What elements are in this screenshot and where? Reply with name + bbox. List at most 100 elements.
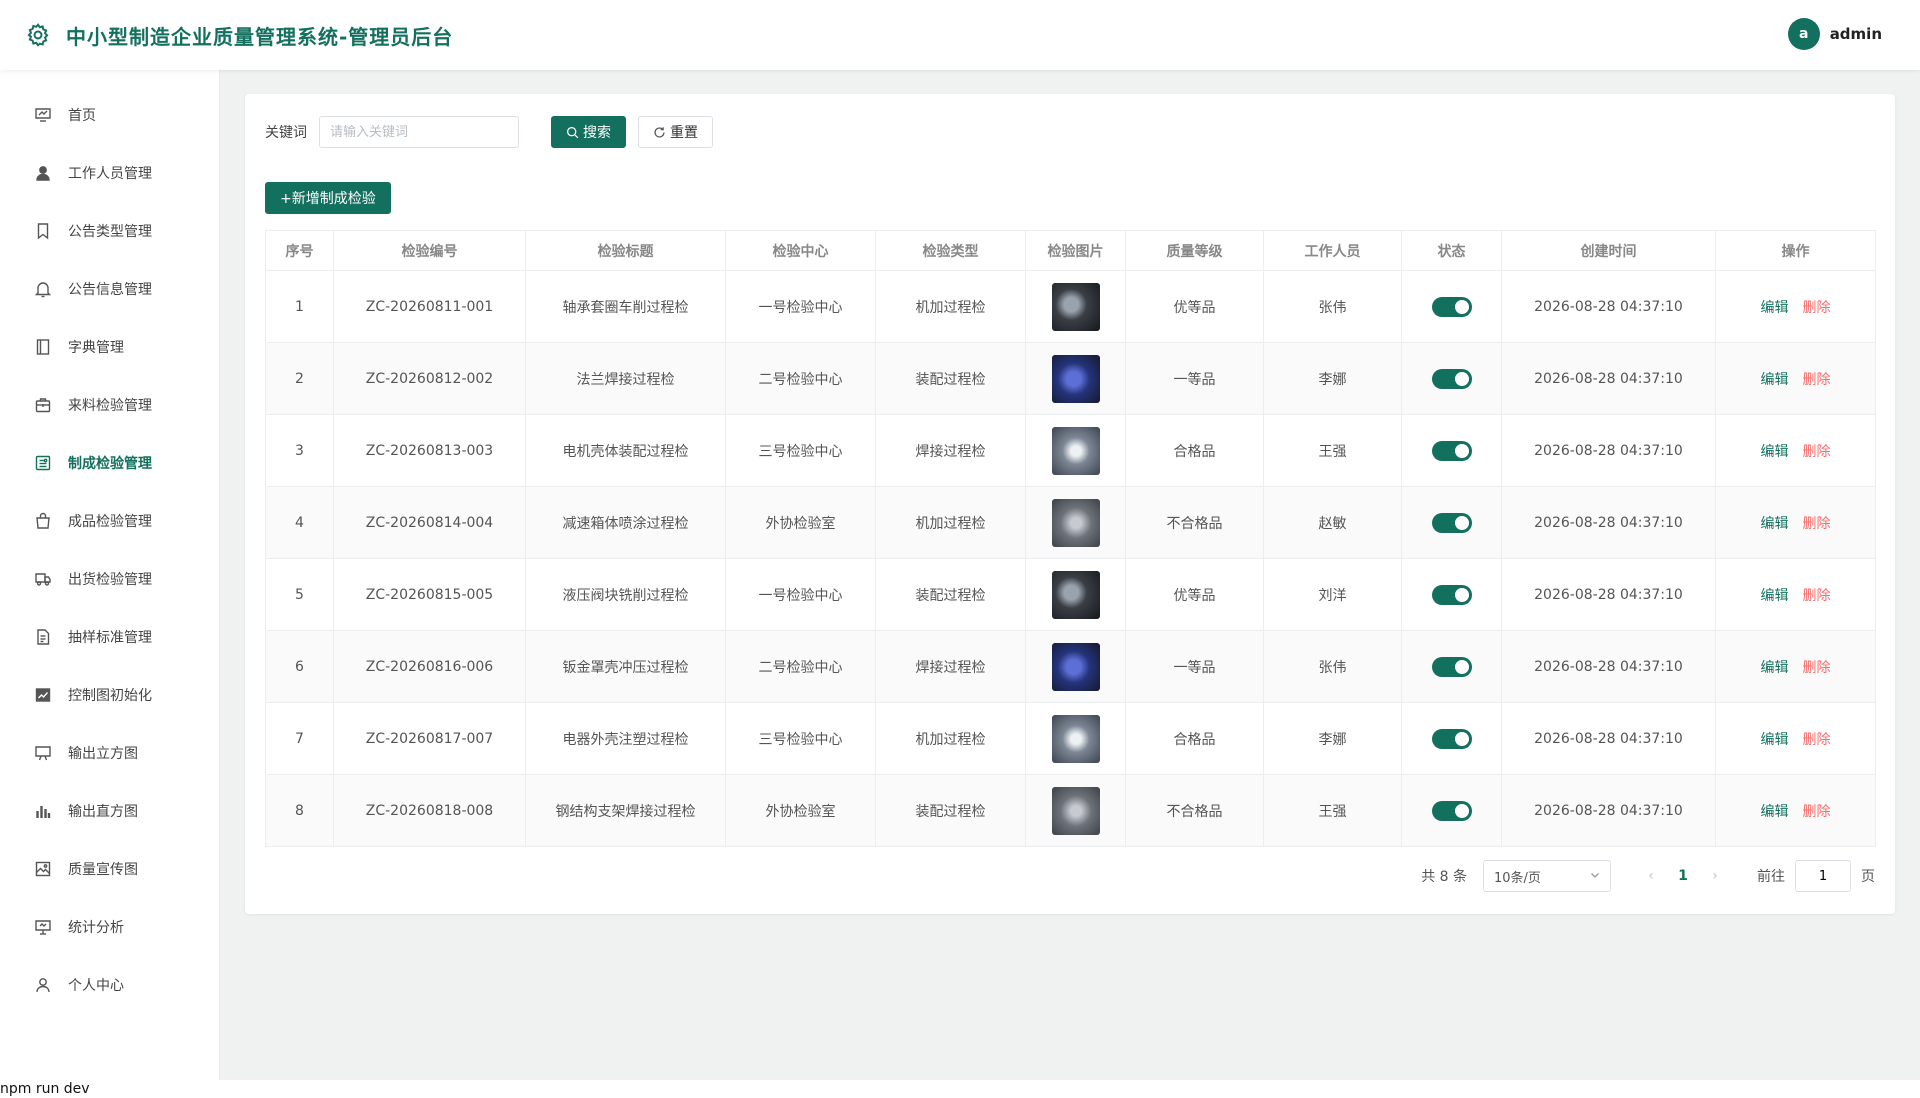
sidebar-item-9[interactable]: 出货检验管理 <box>0 550 219 608</box>
toggle-knob <box>1454 659 1469 674</box>
delete-button[interactable]: 删除 <box>1803 660 1831 676</box>
delete-button[interactable]: 删除 <box>1803 372 1831 388</box>
inspection-thumbnail[interactable] <box>1051 642 1100 691</box>
sidebar-item-14[interactable]: 质量宣传图 <box>0 840 219 898</box>
sidebar-item-label: 公告类型管理 <box>68 224 152 240</box>
column-header: 检验类型 <box>875 230 1026 271</box>
delete-button[interactable]: 删除 <box>1803 444 1831 460</box>
cell-image <box>1025 342 1126 415</box>
status-toggle[interactable] <box>1431 800 1472 821</box>
cell-center: 二号检验中心 <box>725 630 876 703</box>
status-toggle[interactable] <box>1431 440 1472 461</box>
page-size-select[interactable]: 10条/页 <box>1483 860 1611 892</box>
column-header: 状态 <box>1401 230 1502 271</box>
delete-button[interactable]: 删除 <box>1803 588 1831 604</box>
inspection-thumbnail[interactable] <box>1051 786 1100 835</box>
avatar[interactable]: a <box>1787 18 1820 50</box>
cell-center: 外协检验室 <box>725 486 876 559</box>
cell-created: 2026-08-28 04:37:10 <box>1501 342 1716 415</box>
sidebar-item-11[interactable]: 控制图初始化 <box>0 666 219 724</box>
cell-created: 2026-08-28 04:37:10 <box>1501 270 1716 343</box>
inspection-thumbnail[interactable] <box>1051 498 1100 547</box>
sidebar-item-3[interactable]: 公告类型管理 <box>0 202 219 260</box>
status-toggle[interactable] <box>1431 368 1472 389</box>
edit-button[interactable]: 编辑 <box>1761 516 1789 532</box>
sidebar-item-13[interactable]: 输出直方图 <box>0 782 219 840</box>
page-number-current[interactable]: 1 <box>1663 868 1703 884</box>
main-card: 关键词 搜索 重置 +新增制成检验 序号检验编号检验标题检验中心检验类型检验图片… <box>245 94 1895 914</box>
goto-page-input[interactable] <box>1795 860 1851 892</box>
sidebar-item-label: 成品检验管理 <box>68 514 152 530</box>
sidebar-item-1[interactable]: 首页 <box>0 86 219 144</box>
sidebar-item-16[interactable]: 个人中心 <box>0 956 219 1014</box>
status-toggle[interactable] <box>1431 728 1472 749</box>
sidebar-item-10[interactable]: 抽样标准管理 <box>0 608 219 666</box>
cell-status <box>1401 414 1502 487</box>
edit-button[interactable]: 编辑 <box>1761 300 1789 316</box>
delete-button[interactable]: 删除 <box>1803 516 1831 532</box>
column-header: 检验中心 <box>725 230 876 271</box>
sidebar-item-label: 个人中心 <box>68 978 124 994</box>
cell-staff: 赵敏 <box>1263 486 1402 559</box>
status-toggle[interactable] <box>1431 656 1472 677</box>
sidebar-item-4[interactable]: 公告信息管理 <box>0 260 219 318</box>
next-page-icon[interactable]: › <box>1703 868 1727 884</box>
app-title: 中小型制造企业质量管理系统-管理员后台 <box>66 24 454 49</box>
pagination: 共 8 条 10条/页 ‹ 1 › 前往 页 <box>1421 860 1875 892</box>
cell-actions: 编辑 删除 <box>1715 630 1876 703</box>
sidebar-item-2[interactable]: 工作人员管理 <box>0 144 219 202</box>
edit-button[interactable]: 编辑 <box>1761 444 1789 460</box>
search-button-label: 搜索 <box>583 125 611 141</box>
column-header: 检验图片 <box>1025 230 1126 271</box>
status-toggle[interactable] <box>1431 296 1472 317</box>
inspection-thumbnail[interactable] <box>1051 714 1100 763</box>
search-input[interactable] <box>319 116 519 148</box>
sidebar-item-label: 字典管理 <box>68 340 124 356</box>
cell-actions: 编辑 删除 <box>1715 774 1876 847</box>
sidebar-item-8[interactable]: 成品检验管理 <box>0 492 219 550</box>
user-icon <box>34 164 52 182</box>
edit-button[interactable]: 编辑 <box>1761 732 1789 748</box>
search-bar: 关键词 搜索 重置 <box>265 116 1875 148</box>
cell-code: ZC-20260818-008 <box>333 774 526 847</box>
sidebar-item-15[interactable]: 统计分析 <box>0 898 219 956</box>
add-inspection-button[interactable]: +新增制成检验 <box>265 182 391 214</box>
toggle-knob <box>1454 443 1469 458</box>
cell-idx: 6 <box>265 630 334 703</box>
sidebar: 首页 工作人员管理公告类型管理公告信息管理字典管理来料检验管理 制成检验管理成品检验… <box>0 70 220 1080</box>
edit-button[interactable]: 编辑 <box>1761 660 1789 676</box>
reset-button[interactable]: 重置 <box>638 116 713 148</box>
sidebar-item-7[interactable]: 制成检验管理 <box>0 434 219 492</box>
delete-button[interactable]: 删除 <box>1803 804 1831 820</box>
delete-button[interactable]: 删除 <box>1803 732 1831 748</box>
toggle-knob <box>1454 371 1469 386</box>
username[interactable]: admin <box>1830 25 1882 43</box>
cell-idx: 3 <box>265 414 334 487</box>
cell-staff: 刘洋 <box>1263 558 1402 631</box>
delete-button[interactable]: 删除 <box>1803 300 1831 316</box>
search-button[interactable]: 搜索 <box>551 116 626 148</box>
inspection-thumbnail[interactable] <box>1051 354 1100 403</box>
inspection-thumbnail[interactable] <box>1051 426 1100 475</box>
bag-icon <box>34 512 52 530</box>
cell-staff: 李娜 <box>1263 342 1402 415</box>
cell-code: ZC-20260811-001 <box>333 270 526 343</box>
status-toggle[interactable] <box>1431 512 1472 533</box>
edit-button[interactable]: 编辑 <box>1761 804 1789 820</box>
column-header: 工作人员 <box>1263 230 1402 271</box>
sidebar-item-6[interactable]: 来料检验管理 <box>0 376 219 434</box>
user-menu[interactable]: a admin <box>1787 18 1882 50</box>
inspection-thumbnail[interactable] <box>1051 282 1100 331</box>
inspection-thumbnail[interactable] <box>1051 570 1100 619</box>
cell-title: 钣金罩壳冲压过程检 <box>525 630 726 703</box>
monitor-icon <box>34 744 52 762</box>
edit-button[interactable]: 编辑 <box>1761 372 1789 388</box>
sidebar-item-5[interactable]: 字典管理 <box>0 318 219 376</box>
chevron-down-icon <box>1590 869 1600 884</box>
cell-type: 焊接过程检 <box>875 630 1026 703</box>
edit-button[interactable]: 编辑 <box>1761 588 1789 604</box>
sidebar-item-12[interactable]: 输出立方图 <box>0 724 219 782</box>
status-toggle[interactable] <box>1431 584 1472 605</box>
table-header: 序号 检验编号 检验标题 检验中心 检验类型 检验图片 质量等级 工作人员 状态 创建时间 操作 <box>265 230 1876 271</box>
prev-page-icon[interactable]: ‹ <box>1639 868 1663 884</box>
